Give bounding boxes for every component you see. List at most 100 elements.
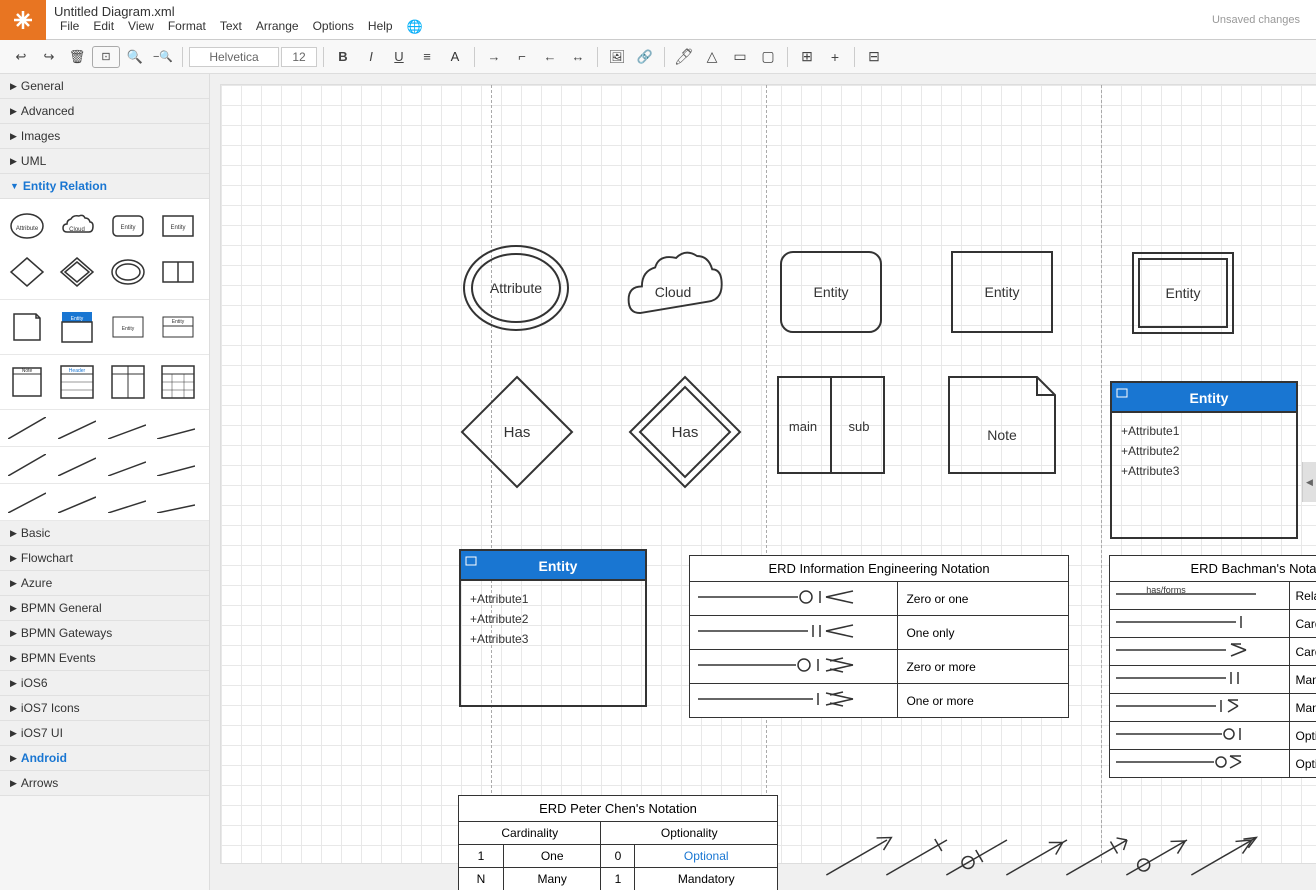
- line-diagonal-12[interactable]: [155, 488, 197, 516]
- sidebar-item-basic[interactable]: ▶ Basic: [0, 521, 209, 546]
- canvas-cloud[interactable]: Cloud: [621, 237, 726, 342]
- shape-list[interactable]: Header: [56, 361, 98, 403]
- menu-format[interactable]: Format: [162, 19, 212, 35]
- canvas-entity-split[interactable]: main sub: [776, 375, 886, 475]
- canvas-erd-bachman-table[interactable]: ERD Bachman's Notation has/forms Relatio…: [1109, 555, 1316, 775]
- canvas-erd-ie-table[interactable]: ERD Information Engineering Notation: [689, 555, 1069, 695]
- sidebar-item-entity-relation[interactable]: ▼ Entity Relation: [0, 174, 209, 199]
- arrow-right-button[interactable]: →: [481, 44, 507, 70]
- zoom-out-button[interactable]: −🔍: [150, 44, 176, 70]
- bold-button[interactable]: B: [330, 44, 356, 70]
- grid-button[interactable]: ⊞: [794, 44, 820, 70]
- line-diagonal-8[interactable]: [155, 451, 197, 479]
- sidebar-item-images[interactable]: ▶ Images: [0, 124, 209, 149]
- fit-page-button[interactable]: ⊡: [92, 46, 120, 68]
- undo-button[interactable]: ↩: [8, 44, 34, 70]
- canvas-entity-rect[interactable]: Entity: [947, 237, 1057, 347]
- line-diagonal-6[interactable]: [56, 451, 98, 479]
- sidebar-item-flowchart[interactable]: ▶ Flowchart: [0, 546, 209, 571]
- link-button[interactable]: 🔗: [632, 44, 658, 70]
- canvas-entity-blue-attrs[interactable]: Entity +Attribute1 +Attribute2 +Attribut…: [1109, 380, 1299, 540]
- sidebar-item-uml[interactable]: ▶ UML: [0, 149, 209, 174]
- sidebar-item-arrows[interactable]: ▶ Arrows: [0, 771, 209, 796]
- shape-entity-round[interactable]: Entity: [107, 205, 149, 247]
- svg-text:Cloud: Cloud: [69, 227, 85, 233]
- canvas-attribute[interactable]: Attribute: [461, 233, 571, 343]
- menu-help[interactable]: Help: [362, 19, 399, 35]
- fontcolor-button[interactable]: A: [442, 44, 468, 70]
- menu-options[interactable]: Options: [307, 19, 360, 35]
- underline-button[interactable]: U: [386, 44, 412, 70]
- sidebar-item-bpmn-gateways[interactable]: ▶ BPMN Gateways: [0, 621, 209, 646]
- shadow-button[interactable]: ▢: [755, 44, 781, 70]
- canvas-diamond-has-double[interactable]: Has: [626, 373, 744, 491]
- canvas-note[interactable]: Note: [947, 375, 1057, 475]
- shape-attribute[interactable]: Attribute: [6, 205, 48, 247]
- linecolor-button[interactable]: △: [699, 44, 725, 70]
- shape-entity-blue[interactable]: Entity: [56, 306, 98, 348]
- menu-file[interactable]: File: [54, 19, 85, 35]
- shape-doc[interactable]: Note: [6, 361, 48, 403]
- canvas-entity-blue2[interactable]: Entity +Attribute1 +Attribute2 +Attribut…: [458, 548, 648, 708]
- font-size-display[interactable]: 12: [281, 47, 317, 67]
- canvas-erd-chen-table[interactable]: ERD Peter Chen's Notation Cardinality Op…: [458, 795, 778, 890]
- arrow-left-button[interactable]: ←: [537, 44, 563, 70]
- line-diagonal-4[interactable]: [155, 414, 197, 442]
- add-button[interactable]: +: [822, 44, 848, 70]
- font-name-display[interactable]: Helvetica: [189, 47, 279, 67]
- sidebar-item-android[interactable]: ▶ Android: [0, 746, 209, 771]
- panel-button[interactable]: ⊟: [861, 44, 887, 70]
- shape-grid-table[interactable]: [157, 361, 199, 403]
- shape-note[interactable]: [6, 306, 48, 348]
- sidebar-item-general[interactable]: ▶ General: [0, 74, 209, 99]
- sidebar-item-ios6[interactable]: ▶ iOS6: [0, 671, 209, 696]
- fillcolor-button[interactable]: 🖊: [671, 44, 697, 70]
- sidebar-item-bpmn-general[interactable]: ▶ BPMN General: [0, 596, 209, 621]
- svg-text:Attribute: Attribute: [490, 280, 542, 296]
- canvas-entity-double[interactable]: Entity: [1128, 238, 1238, 348]
- menu-arrange[interactable]: Arrange: [250, 19, 305, 35]
- image-button[interactable]: 🖼: [604, 44, 630, 70]
- shape-table[interactable]: [107, 361, 149, 403]
- sidebar-item-advanced[interactable]: ▶ Advanced: [0, 99, 209, 124]
- arrow-both-button[interactable]: ↔: [565, 44, 591, 70]
- sidebar-item-azure[interactable]: ▶ Azure: [0, 571, 209, 596]
- sidebar-item-ios7icons[interactable]: ▶ iOS7 Icons: [0, 696, 209, 721]
- fillstyle-button[interactable]: ▭: [727, 44, 753, 70]
- canvas-diamond-has[interactable]: Has: [458, 373, 576, 491]
- delete-button[interactable]: 🗑: [64, 44, 90, 70]
- elbow-button[interactable]: ⌐: [509, 44, 535, 70]
- shape-cloud[interactable]: Cloud: [56, 205, 98, 247]
- shape-entity-split[interactable]: [157, 251, 199, 293]
- shape-diamond-double[interactable]: [56, 251, 98, 293]
- zoom-in-button[interactable]: 🔍: [122, 44, 148, 70]
- shape-double-ellipse[interactable]: [107, 251, 149, 293]
- canvas-entity-round[interactable]: Entity: [776, 237, 886, 347]
- globe-icon[interactable]: 🌐: [401, 19, 429, 35]
- shape-entity-rect[interactable]: Entity: [157, 205, 199, 247]
- line-diagonal-9[interactable]: [6, 488, 48, 516]
- shape-text-simple[interactable]: Entity: [107, 306, 149, 348]
- italic-button[interactable]: I: [358, 44, 384, 70]
- menu-view[interactable]: View: [122, 19, 160, 35]
- redo-button[interactable]: ↪: [36, 44, 62, 70]
- sidebar-item-ios7ui[interactable]: ▶ iOS7 UI: [0, 721, 209, 746]
- right-panel-toggle[interactable]: ◀: [1302, 462, 1316, 502]
- sidebar-item-bpmn-events[interactable]: ▶ BPMN Events: [0, 646, 209, 671]
- shape-text-lined[interactable]: Entity: [157, 306, 199, 348]
- sidebar-resize-handle[interactable]: [205, 74, 209, 890]
- shape-diamond[interactable]: [6, 251, 48, 293]
- menu-edit[interactable]: Edit: [87, 19, 120, 35]
- canvas-area[interactable]: Attribute Cloud Entity: [210, 74, 1316, 890]
- line-diagonal-2[interactable]: [56, 414, 98, 442]
- canvas[interactable]: Attribute Cloud Entity: [220, 84, 1316, 864]
- line-diagonal-3[interactable]: [106, 414, 148, 442]
- line-diagonal-5[interactable]: [6, 451, 48, 479]
- line-diagonal-7[interactable]: [106, 451, 148, 479]
- line-diagonal-10[interactable]: [56, 488, 98, 516]
- menu-text[interactable]: Text: [214, 19, 248, 35]
- svg-text:Entity: Entity: [120, 225, 135, 231]
- line-diagonal-1[interactable]: [6, 414, 48, 442]
- line-diagonal-11[interactable]: [106, 488, 148, 516]
- align-button[interactable]: ≡: [414, 44, 440, 70]
